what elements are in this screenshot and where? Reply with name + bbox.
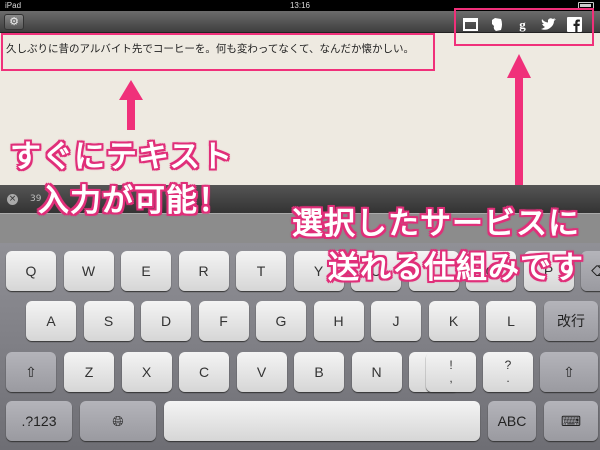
key-n-label: N	[371, 364, 382, 380]
key-k[interactable]: K	[428, 301, 479, 341]
clear-icon[interactable]: ×	[7, 194, 18, 205]
key-d-label: D	[160, 313, 172, 329]
key-s[interactable]: S	[83, 301, 134, 341]
key-a[interactable]: A	[26, 301, 76, 341]
key-g[interactable]: G	[256, 301, 306, 341]
arrow-up-left	[119, 80, 143, 130]
shift-right-key[interactable]: ⇧	[540, 352, 598, 392]
space-key[interactable]	[164, 401, 480, 441]
key-l-label: L	[507, 313, 515, 329]
key-a-label: A	[46, 313, 56, 329]
key-l[interactable]: L	[486, 301, 536, 341]
exclaim-comma-key[interactable]: ! ,	[426, 352, 476, 392]
hide-keyboard-key[interactable]: ⌨	[544, 401, 598, 441]
key-n[interactable]: N	[351, 352, 402, 392]
key-w[interactable]: W	[63, 251, 114, 291]
key-y-label: Y	[313, 263, 324, 279]
key-b[interactable]: B	[294, 352, 344, 392]
numbers-key[interactable]: .?123	[6, 401, 72, 441]
callout-left-line2: 入力が可能！	[38, 183, 230, 219]
numbers-key-label: .?123	[21, 413, 57, 429]
key-z-label: Z	[84, 364, 94, 380]
return-key[interactable]: 改行	[544, 301, 598, 341]
key-d[interactable]: D	[141, 301, 191, 341]
key-r[interactable]: R	[178, 251, 229, 291]
keyboard-hide-icon: ⌨	[560, 412, 582, 429]
backspace-icon: ⌫	[591, 263, 600, 280]
key-j[interactable]: J	[371, 301, 421, 341]
key-t[interactable]: T	[236, 251, 286, 291]
key-t-label: T	[256, 263, 266, 279]
abc-key-label: ABC	[497, 413, 527, 429]
key-e-label: E	[141, 263, 151, 279]
shift-key[interactable]: ⇧	[6, 352, 56, 392]
exclaim-comma-key-label: ! ,	[449, 358, 453, 385]
key-v-label: V	[256, 364, 267, 380]
key-s-label: S	[103, 313, 114, 329]
key-f[interactable]: F	[198, 301, 249, 341]
key-c[interactable]: C	[179, 352, 229, 392]
key-z[interactable]: Z	[64, 352, 114, 392]
globe-icon: 🌐︎	[112, 412, 124, 429]
question-period-key-label: ? .	[504, 358, 512, 385]
key-x[interactable]: X	[121, 352, 172, 392]
key-x-label: X	[141, 364, 152, 380]
key-j-label: J	[392, 313, 400, 329]
key-q[interactable]: Q	[6, 251, 56, 291]
globe-key[interactable]: 🌐︎	[80, 401, 156, 441]
shift-icon: ⇧	[563, 363, 575, 380]
key-h-label: H	[333, 313, 344, 329]
callout-right-line2: 送れる仕組みです	[328, 250, 584, 286]
key-f-label: F	[219, 313, 228, 329]
callout-right-line1: 選択したサービスに	[292, 206, 580, 242]
key-h[interactable]: H	[313, 301, 364, 341]
arrow-up-right	[507, 54, 531, 188]
question-period-key[interactable]: ? .	[483, 352, 533, 392]
shift-icon: ⇧	[25, 363, 37, 380]
key-b-label: B	[314, 364, 324, 380]
key-v[interactable]: V	[236, 352, 287, 392]
key-c-label: C	[198, 364, 210, 380]
key-g-label: G	[275, 313, 287, 329]
return-key-label: 改行	[557, 313, 585, 329]
key-e[interactable]: E	[121, 251, 171, 291]
key-r-label: R	[198, 263, 209, 279]
key-w-label: W	[81, 263, 96, 279]
key-q-label: Q	[25, 263, 37, 279]
key-k-label: K	[448, 313, 459, 329]
callout-left-line1: すぐにテキスト	[10, 139, 234, 175]
abc-key[interactable]: ABC	[488, 401, 536, 441]
